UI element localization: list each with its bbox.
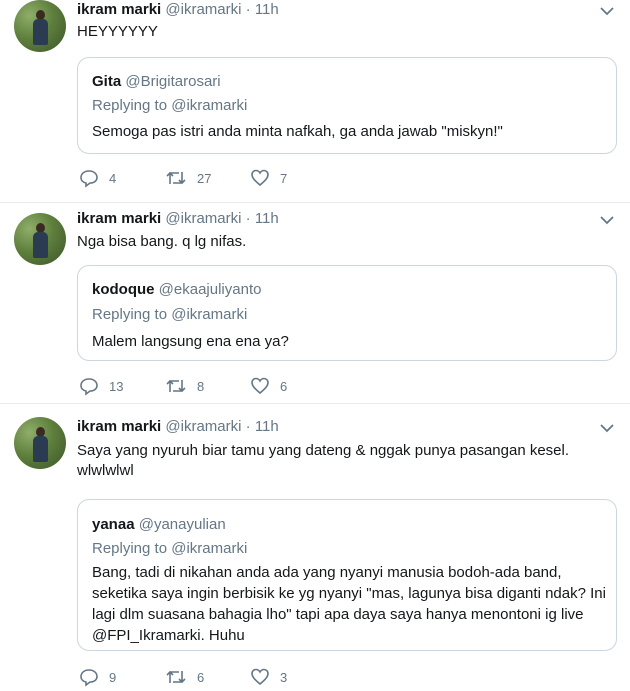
tweet-header: ikram marki @ikramarki · 11h (77, 210, 279, 227)
avatar[interactable] (14, 417, 66, 469)
reply-button[interactable]: 9 (79, 666, 116, 688)
author-name[interactable]: ikram marki (77, 210, 161, 227)
quoted-text: Semoga pas istri anda minta nafkah, ga a… (92, 123, 503, 140)
reply-icon (80, 378, 98, 396)
quoted-author-handle: @Brigitarosari (125, 73, 221, 90)
reply-icon (80, 669, 98, 687)
retweet-count: 6 (197, 669, 205, 685)
reply-icon (80, 170, 98, 188)
separator-dot: · (245, 418, 251, 435)
tweet[interactable]: ikram marki @ikramarki · 11h HEYYYYYY Gi… (0, 0, 630, 203)
heart-icon (251, 377, 269, 395)
reply-count: 13 (109, 378, 124, 394)
retweet-icon (166, 379, 186, 393)
retweet-icon (166, 171, 186, 185)
like-button[interactable]: 6 (250, 375, 287, 397)
chevron-down-icon[interactable] (598, 4, 616, 18)
author-handle[interactable]: @ikramarki (165, 418, 241, 435)
retweet-button[interactable]: 8 (165, 375, 204, 397)
timestamp[interactable]: 11h (255, 418, 279, 435)
chevron-down-icon[interactable] (598, 213, 616, 227)
tweet-text: Nga bisa bang. q lg nifas. (77, 233, 247, 250)
quoted-header: kodoque @ekaajuliyanto (92, 281, 261, 298)
retweet-count: 27 (197, 170, 212, 186)
reply-button[interactable]: 13 (79, 375, 123, 397)
reply-button[interactable]: 4 (79, 167, 116, 189)
avatar[interactable] (14, 0, 66, 52)
quoted-author-handle: @yanayulian (138, 516, 226, 533)
quoted-replying-to: Replying to @ikramarki (92, 306, 248, 323)
retweet-count: 8 (197, 378, 205, 394)
quoted-tweet[interactable]: Gita @Brigitarosari Replying to @ikramar… (77, 57, 617, 154)
quoted-tweet[interactable]: kodoque @ekaajuliyanto Replying to @ikra… (77, 265, 617, 361)
avatar[interactable] (14, 213, 66, 265)
quoted-text: Bang, tadi di nikahan anda ada yang nyan… (92, 564, 606, 644)
heart-icon (251, 668, 269, 686)
quoted-author-handle: @ekaajuliyanto (158, 281, 262, 298)
quoted-replying-to: Replying to @ikramarki (92, 97, 248, 114)
heart-icon (251, 169, 269, 187)
quoted-author-name: yanaa (92, 516, 135, 533)
quoted-author-name: kodoque (92, 281, 155, 298)
separator-dot: · (245, 1, 251, 18)
quoted-header: yanaa @yanayulian (92, 516, 226, 533)
like-count: 7 (280, 170, 288, 186)
quoted-header: Gita @Brigitarosari (92, 73, 221, 90)
retweet-button[interactable]: 27 (165, 167, 211, 189)
tweet-text: HEYYYYYY (77, 23, 158, 40)
author-handle[interactable]: @ikramarki (165, 1, 241, 18)
quoted-text: Malem langsung ena ena ya? (92, 333, 289, 350)
reply-count: 9 (109, 669, 117, 685)
tweet-header: ikram marki @ikramarki · 11h (77, 1, 279, 18)
tweet-header: ikram marki @ikramarki · 11h (77, 418, 279, 435)
tweet-text: Saya yang nyuruh biar tamu yang dateng &… (77, 442, 570, 479)
tweet[interactable]: ikram marki @ikramarki · 11h Nga bisa ba… (0, 203, 630, 404)
chevron-down-icon[interactable] (598, 421, 616, 435)
retweet-icon (166, 670, 186, 684)
author-name[interactable]: ikram marki (77, 418, 161, 435)
quoted-replying-to: Replying to @ikramarki (92, 540, 248, 557)
quoted-tweet[interactable]: yanaa @yanayulian Replying to @ikramarki… (77, 499, 617, 651)
like-button[interactable]: 3 (250, 666, 287, 688)
like-count: 6 (280, 378, 288, 394)
separator-dot: · (245, 210, 251, 227)
timestamp[interactable]: 11h (255, 1, 279, 18)
like-button[interactable]: 7 (250, 167, 287, 189)
tweet[interactable]: ikram marki @ikramarki · 11h Saya yang n… (0, 404, 630, 691)
timestamp[interactable]: 11h (255, 210, 279, 227)
quoted-author-name: Gita (92, 73, 122, 90)
retweet-button[interactable]: 6 (165, 666, 204, 688)
author-name[interactable]: ikram marki (77, 1, 161, 18)
reply-count: 4 (109, 170, 117, 186)
like-count: 3 (280, 669, 288, 685)
author-handle[interactable]: @ikramarki (165, 210, 241, 227)
